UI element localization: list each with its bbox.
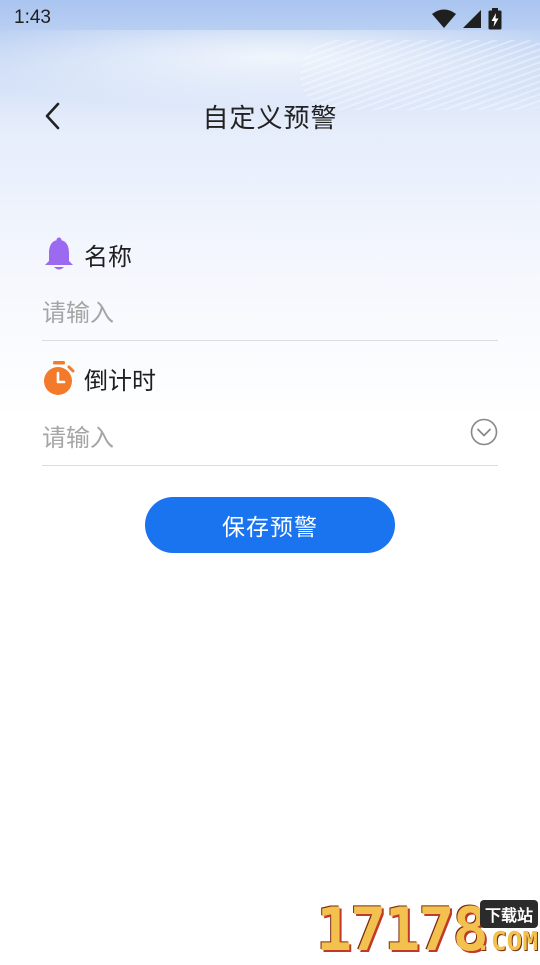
countdown-underline <box>42 465 498 466</box>
countdown-input[interactable] <box>42 411 462 466</box>
bell-icon <box>45 237 73 270</box>
watermark-digits: 17178 <box>316 895 489 965</box>
wifi-icon <box>432 9 456 28</box>
signal-icon <box>463 10 481 28</box>
chevron-down-circle-icon[interactable] <box>470 418 498 446</box>
status-time: 1:43 <box>14 7 51 28</box>
save-alert-button[interactable]: 保存预警 <box>145 497 395 553</box>
status-icons <box>432 8 502 30</box>
countdown-label: 倒计时 <box>84 366 156 395</box>
name-label: 名称 <box>84 242 132 271</box>
page-title: 自定义预警 <box>202 104 338 134</box>
watermark-suffix: .COM <box>475 927 538 957</box>
stopwatch-icon <box>44 361 75 395</box>
status-bar: 1:43 <box>0 0 540 36</box>
name-input[interactable] <box>42 286 498 341</box>
name-label-row: 名称 <box>42 236 132 272</box>
watermark-tag: 下载站 <box>479 900 538 928</box>
watermark-logo: 17178 下载站 .COM <box>316 898 540 960</box>
countdown-label-row: 倒计时 <box>42 360 156 396</box>
battery-charging-icon <box>488 8 502 30</box>
